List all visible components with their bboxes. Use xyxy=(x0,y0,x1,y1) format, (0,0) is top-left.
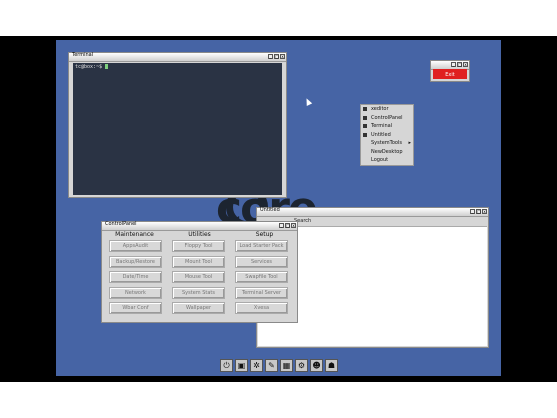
terminal-cursor xyxy=(105,64,109,69)
terminal-server-button[interactable]: Terminal Server xyxy=(235,286,288,299)
menu-item-systemtools[interactable]: SystemTools ▸ xyxy=(361,139,413,148)
maximize-icon[interactable]: □ xyxy=(285,223,290,228)
untitled-titlebar[interactable]: Untitled _ □ x xyxy=(257,207,488,217)
network-button[interactable]: Network xyxy=(109,286,162,299)
xeditor-icon xyxy=(363,107,367,111)
wbar-dock: ⏻ ▣ ✲ ✎ ▦ ⚙ ☻ ☗ xyxy=(220,356,338,374)
tab-utilities: Utilities xyxy=(188,231,211,238)
services-button[interactable]: Services xyxy=(235,255,288,268)
submenu-arrow-icon: ▸ xyxy=(408,140,411,146)
controlpanel-titlebar[interactable]: ControlPanel _ □ x xyxy=(102,221,297,231)
menu-item-terminal[interactable]: Terminal xyxy=(361,122,413,131)
menu-item-controlpanel[interactable]: ControlPanel xyxy=(361,114,413,123)
apps-icon[interactable]: ▦ xyxy=(280,358,293,372)
wallpaper-button[interactable]: Wallpaper xyxy=(172,302,225,315)
terminal-titlebar[interactable]: Terminal _ □ x xyxy=(69,52,286,62)
minimize-icon[interactable]: _ xyxy=(470,209,475,214)
desktop[interactable]: core Terminal _ □ x tc@box:~$ _ □ x Exit… xyxy=(56,40,501,376)
tools-icon[interactable]: ⚙ xyxy=(295,358,308,372)
menu-item-newdesktop[interactable]: NewDesktop xyxy=(361,148,413,157)
controlpanel-icon xyxy=(363,115,367,120)
maximize-icon[interactable]: □ xyxy=(274,54,279,59)
wbar-conf-button[interactable]: Wbar Conf xyxy=(109,302,162,315)
desktop-menu[interactable]: xeditor ControlPanel Terminal Untitled S… xyxy=(360,104,414,166)
controlpanel-window[interactable]: ControlPanel _ □ x Maintenance Utilities… xyxy=(101,221,298,323)
xvesa-button[interactable]: Xvesa xyxy=(235,302,288,315)
swapfile-tool-button[interactable]: Swapfile Tool xyxy=(235,271,288,284)
terminal-prompt: tc@box:~$ xyxy=(75,64,103,70)
minimize-icon[interactable]: _ xyxy=(268,54,273,59)
backup-restore-button[interactable]: Backup/Restore xyxy=(109,255,162,268)
terminal-icon[interactable]: ▣ xyxy=(235,358,248,372)
close-icon[interactable]: x xyxy=(280,54,285,59)
load-starter-pack-button[interactable]: Load Starter Pack xyxy=(235,240,288,252)
tab-maintenance: Maintenance xyxy=(115,231,154,238)
system-stats-button[interactable]: System Stats xyxy=(172,286,225,299)
power-icon[interactable]: ⏻ xyxy=(220,358,233,372)
close-icon[interactable]: x xyxy=(291,223,296,228)
setup-column: Load Starter Pack Services Swapfile Tool… xyxy=(235,240,288,318)
terminal-title: Terminal xyxy=(72,52,94,58)
window-icon xyxy=(363,132,367,137)
date-time-button[interactable]: Date/Time xyxy=(109,271,162,284)
menu-item-logout[interactable]: Logout xyxy=(361,156,413,165)
menu-item-xeditor[interactable]: xeditor xyxy=(361,105,413,114)
maintenance-column: AppsAudit Backup/Restore Date/Time Netwo… xyxy=(109,240,162,318)
untitled-title: Untitled xyxy=(260,207,280,213)
terminal-body[interactable]: tc@box:~$ xyxy=(73,63,282,195)
floppy-tool-button[interactable]: Floppy Tool xyxy=(172,240,225,252)
mount-tool-button[interactable]: Mount Tool xyxy=(172,255,225,268)
mount-icon[interactable]: ☻ xyxy=(310,358,323,372)
close-icon[interactable]: x xyxy=(463,62,468,67)
close-icon[interactable]: x xyxy=(482,209,487,214)
editor-icon[interactable]: ✎ xyxy=(265,358,278,372)
terminal-icon xyxy=(363,124,367,128)
controlpanel-tabs: Maintenance Utilities Setup xyxy=(102,231,297,239)
mouse-pointer-icon xyxy=(303,97,313,106)
menu-item-untitled[interactable]: Untitled xyxy=(361,131,413,140)
appsaudit-button[interactable]: AppsAudit xyxy=(109,240,162,252)
utilities-column: Floppy Tool Mount Tool Mouse Tool System… xyxy=(172,240,225,318)
mouse-tool-button[interactable]: Mouse Tool xyxy=(172,271,225,284)
exit-button[interactable]: Exit xyxy=(433,69,467,79)
exit-window[interactable]: _ □ x Exit xyxy=(430,60,470,82)
network-icon[interactable]: ☗ xyxy=(325,358,338,372)
maximize-icon[interactable]: □ xyxy=(476,209,481,214)
settings-icon[interactable]: ✲ xyxy=(250,358,263,372)
maximize-icon[interactable]: □ xyxy=(457,62,462,67)
terminal-window[interactable]: Terminal _ □ x tc@box:~$ xyxy=(68,52,287,198)
minimize-icon[interactable]: _ xyxy=(451,62,456,67)
controlpanel-title: ControlPanel xyxy=(105,221,137,227)
tab-setup: Setup xyxy=(255,231,274,238)
minimize-icon[interactable]: _ xyxy=(279,223,284,228)
